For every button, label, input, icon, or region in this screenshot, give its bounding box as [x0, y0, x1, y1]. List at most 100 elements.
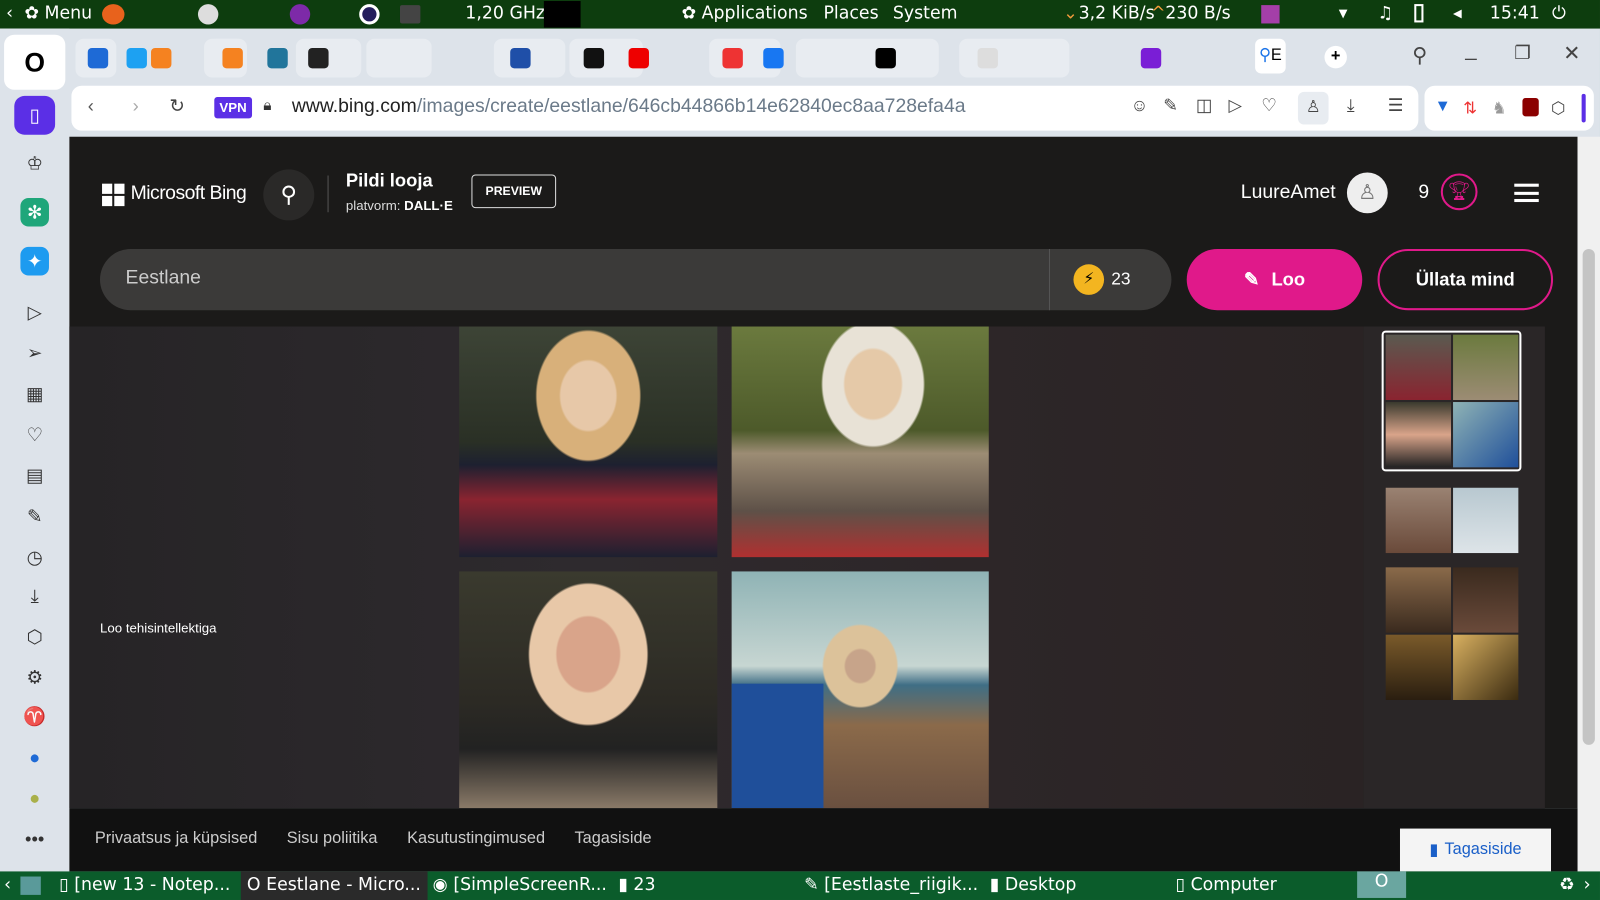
search-button[interactable]: ⚲ — [263, 169, 315, 221]
opera-logo[interactable]: O — [4, 34, 66, 90]
recent-thumb[interactable] — [1385, 634, 1452, 700]
panel-left-arrow[interactable]: ‹ — [6, 3, 13, 23]
edit-icon[interactable]: ✎ — [20, 502, 49, 531]
generated-image-3[interactable] — [459, 571, 718, 809]
avatar[interactable]: ♙ — [1346, 172, 1388, 214]
reading-list-icon[interactable]: ▯ — [14, 95, 56, 135]
restore-button[interactable]: ❐ — [1514, 43, 1530, 64]
tab-group[interactable] — [795, 38, 939, 78]
taskbar-item-document[interactable]: ✎ [Eestlaste_riigik... — [804, 874, 978, 894]
recent-thumb[interactable] — [1453, 402, 1519, 468]
snapshot-edit-icon[interactable]: ✎ — [1163, 96, 1178, 116]
back-button[interactable]: ‹ — [88, 96, 94, 117]
feedback-button[interactable]: ▮ Tagasiside — [1399, 828, 1552, 872]
taskbar-item-folder[interactable]: ▮ 23 — [618, 874, 655, 894]
extension-icon[interactable]: ♞ — [1492, 98, 1507, 118]
extension-icon[interactable]: ⇅ — [1463, 98, 1477, 118]
footer-link-terms[interactable]: Kasutustingimused — [407, 830, 545, 848]
terminal-icon[interactable] — [399, 5, 421, 24]
generated-image-4[interactable] — [731, 571, 989, 809]
tab-favicon[interactable] — [126, 47, 147, 69]
reload-button[interactable]: ↻ — [169, 96, 184, 117]
tab-search-icon[interactable]: ⚲ — [1412, 43, 1427, 69]
chatgpt-icon[interactable]: ✻ — [20, 197, 49, 227]
emoji-icon[interactable]: ☺ — [1131, 96, 1149, 116]
profile-icon[interactable]: ♙ — [1297, 91, 1329, 125]
tab-favicon[interactable] — [87, 47, 109, 69]
taskbar-scroll-right[interactable]: › — [1584, 874, 1591, 894]
firefox-icon[interactable] — [102, 4, 125, 25]
workspace-switcher[interactable]: O — [1357, 871, 1407, 898]
footer-link-privacy[interactable]: Privaatsus ja küpsised — [95, 830, 257, 848]
username[interactable]: LuureAmet — [1241, 182, 1336, 204]
taskbar-scroll-left[interactable]: ‹ — [4, 874, 11, 894]
tab-favicon[interactable] — [722, 47, 743, 69]
extension-icon[interactable]: ▼ — [1435, 98, 1451, 116]
send-icon[interactable]: ➢ — [20, 339, 49, 368]
camera-icon[interactable]: ◫ — [1196, 96, 1212, 116]
footer-link-content-policy[interactable]: Sisu poliitika — [287, 830, 378, 848]
bookmark-heart-icon[interactable]: ♡ — [1261, 96, 1277, 116]
tab-favicon[interactable] — [151, 47, 172, 69]
scrollbar-thumb[interactable] — [1582, 248, 1595, 745]
download-icon[interactable]: ⤓ — [20, 582, 49, 611]
player-icon[interactable]: ▷ — [20, 298, 49, 327]
vpn-badge[interactable]: VPN — [214, 96, 252, 119]
volume-icon[interactable]: ◂ — [1453, 3, 1462, 23]
settings-icon[interactable]: ⚙ — [20, 663, 49, 692]
tab-favicon[interactable] — [977, 47, 998, 69]
tor-icon[interactable] — [289, 4, 311, 25]
rewards-count[interactable]: 9 — [1418, 182, 1429, 204]
menu-button[interactable]: ✿ Menu — [24, 3, 92, 23]
extension-icon[interactable]: ● — [20, 784, 49, 813]
accessibility-icon[interactable] — [197, 4, 219, 25]
surprise-me-button[interactable]: Üllata mind — [1377, 248, 1554, 311]
taskbar-item-notepad[interactable]: ▯ [new 13 - Notep... — [59, 874, 230, 894]
tab-favicon[interactable] — [510, 47, 531, 69]
tab-group[interactable] — [366, 38, 432, 78]
recent-thumb[interactable] — [1385, 402, 1452, 468]
scrollbar[interactable] — [1577, 136, 1600, 872]
tips-bulb-icon[interactable]: ♈ — [20, 702, 49, 731]
system-menu[interactable]: System — [893, 3, 958, 23]
power-icon[interactable]: ⏻ — [1552, 3, 1566, 23]
recent-thumb[interactable] — [1385, 334, 1452, 400]
show-desktop-icon[interactable] — [20, 876, 41, 895]
ublock-icon[interactable] — [1522, 97, 1539, 117]
recent-thumb[interactable] — [1453, 487, 1519, 554]
taskbar-item-screenrecorder[interactable]: ◉ [SimpleScreenR... — [433, 874, 607, 894]
twitter-icon[interactable]: ✦ — [20, 246, 49, 276]
places-menu[interactable]: Places — [823, 3, 878, 23]
applications-menu[interactable]: ✿ Applications — [682, 3, 808, 23]
prompt-input[interactable]: Eestlane — [126, 267, 201, 289]
tab-favicon[interactable] — [628, 47, 649, 69]
bing-brand[interactable]: Microsoft Bing — [131, 183, 247, 205]
easy-setup-icon[interactable]: ☰ — [1388, 96, 1404, 116]
hamburger-menu-icon[interactable] — [1514, 183, 1539, 203]
battery-icon[interactable] — [1414, 4, 1424, 23]
taskbar-item-computer[interactable]: ▯ Computer — [1176, 874, 1277, 894]
taskbar-item-desktop[interactable]: ▮ Desktop — [990, 874, 1077, 894]
create-button[interactable]: ✎ Loo — [1186, 248, 1363, 311]
recent-thumb[interactable] — [1385, 567, 1452, 633]
crown-icon[interactable]: ♔ — [20, 149, 49, 178]
tab-active[interactable]: ⚲E — [1255, 38, 1286, 74]
opera-icon[interactable] — [359, 4, 380, 25]
tab-favicon[interactable] — [763, 47, 784, 69]
recent-thumb[interactable] — [1453, 334, 1519, 400]
tab-favicon[interactable] — [875, 47, 896, 69]
trash-icon[interactable]: ♻ — [1559, 874, 1575, 894]
send-icon[interactable]: ▷ — [1229, 96, 1242, 116]
tab-group[interactable] — [959, 38, 1070, 78]
heart-icon[interactable]: ♡ — [20, 420, 49, 449]
tab-favicon[interactable] — [308, 47, 329, 69]
cube-icon[interactable]: ⬡ — [1551, 98, 1565, 118]
cube-icon[interactable]: ⬡ — [20, 622, 49, 651]
generated-image-1[interactable] — [459, 326, 718, 558]
tab-favicon[interactable] — [267, 47, 288, 69]
recent-thumb[interactable] — [1385, 487, 1452, 554]
audio-recorder-icon[interactable] — [1261, 5, 1280, 24]
download-icon[interactable]: ⤓ — [1347, 96, 1355, 116]
taskbar-item-browser[interactable]: O Eestlane - Micro... — [240, 871, 428, 900]
new-tab-button[interactable]: + — [1324, 45, 1347, 69]
